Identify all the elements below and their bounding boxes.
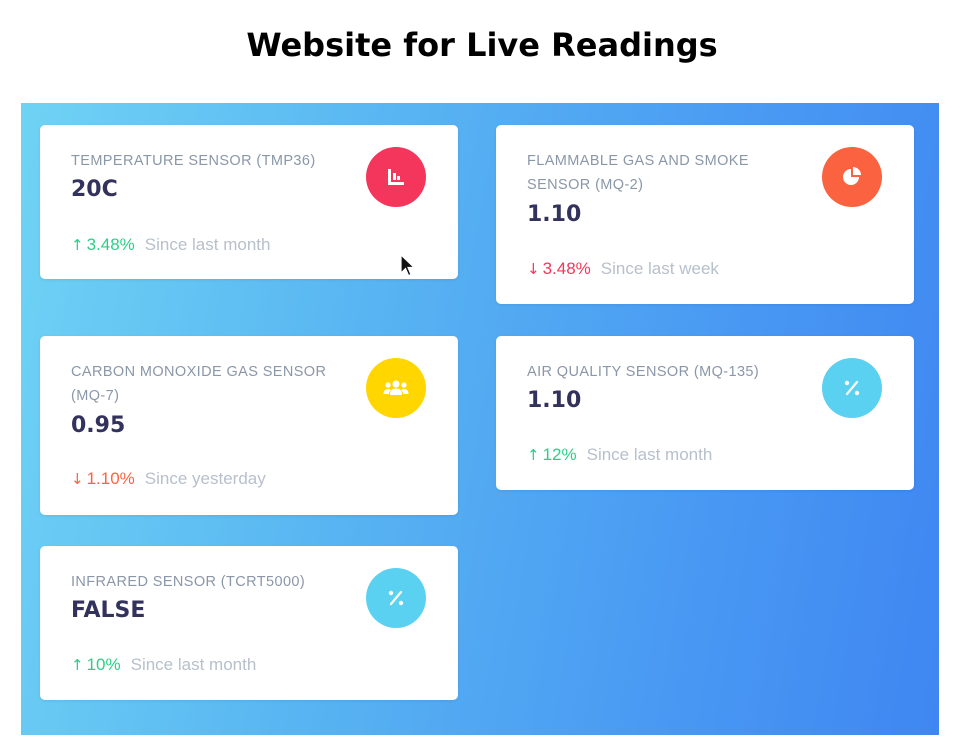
trend-indicator: ↓ 3.48% [527,259,591,279]
card-value: 1.10 [527,388,582,413]
trend-indicator: ↓ 1.10% [71,469,135,489]
chart-bar-icon [366,147,426,207]
sensor-card-temperature: TEMPERATURE SENSOR (TMP36) 20C ↑ 3.48% Sin… [40,125,458,279]
since-text: Since last month [586,445,713,464]
sensor-card-flammable-gas: FLAMMABLE GAS AND SMOKE SENSOR (MQ-2) 1.… [496,125,914,304]
percent-icon [822,358,882,418]
trend-value: 3.48% [86,235,135,254]
page-title: Website for Live Readings [246,26,718,64]
arrow-up-icon: ↑ [71,656,84,674]
chart-pie-icon [822,147,882,207]
arrow-down-icon: ↓ [71,470,84,488]
since-text: Since last month [130,655,257,674]
card-label: AIR QUALITY SENSOR (MQ-135) [527,364,760,380]
card-footer: ↑ 10% Since last month [71,655,256,675]
users-icon [366,358,426,418]
trend-indicator: ↑ 3.48% [71,235,135,255]
sensor-card-carbon-monoxide: CARBON MONOXIDE GAS SENSOR (MQ-7) 0.95 ↓… [40,336,458,515]
card-label: CARBON MONOXIDE GAS SENSOR (MQ-7) [71,364,327,404]
sensor-card-infrared: INFRARED SENSOR (TCRT5000) FALSE ↑ 10% Sin… [40,546,458,700]
since-text: Since last month [144,235,271,254]
card-value: 0.95 [71,413,126,438]
arrow-up-icon: ↑ [527,446,540,464]
mouse-cursor-icon [400,254,416,277]
trend-value: 3.48% [542,259,591,278]
card-value: FALSE [71,598,146,623]
card-label: INFRARED SENSOR (TCRT5000) [71,574,306,590]
card-value: 20C [71,177,118,202]
dashboard-panel: TEMPERATURE SENSOR (TMP36) 20C ↑ 3.48% Sin… [21,103,939,735]
card-footer: ↓ 1.10% Since yesterday [71,469,266,489]
trend-value: 12% [542,445,577,464]
card-footer: ↑ 12% Since last month [527,445,712,465]
card-value: 1.10 [527,202,582,227]
percent-icon [366,568,426,628]
trend-indicator: ↑ 12% [527,445,577,465]
trend-indicator: ↑ 10% [71,655,121,675]
since-text: Since last week [600,259,719,278]
trend-value: 1.10% [86,469,135,488]
trend-value: 10% [86,655,121,674]
card-label: TEMPERATURE SENSOR (TMP36) [71,153,316,169]
card-footer: ↓ 3.48% Since last week [527,259,719,279]
card-label: FLAMMABLE GAS AND SMOKE SENSOR (MQ-2) [527,153,749,193]
arrow-up-icon: ↑ [71,236,84,254]
card-footer: ↑ 3.48% Since last month [71,235,270,255]
sensor-card-air-quality: AIR QUALITY SENSOR (MQ-135) 1.10 ↑ 12% Sin… [496,336,914,490]
arrow-down-icon: ↓ [527,260,540,278]
since-text: Since yesterday [144,469,266,488]
